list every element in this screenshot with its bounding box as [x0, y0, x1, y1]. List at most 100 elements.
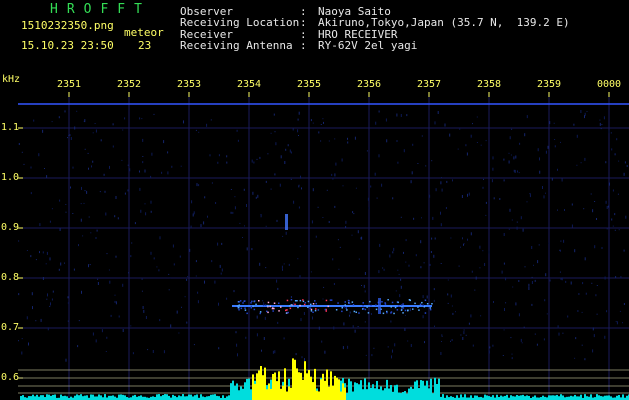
noise-pixel: [518, 313, 520, 317]
power-bar: [514, 396, 516, 400]
power-bar: [100, 395, 102, 400]
noise-pixel: [614, 153, 616, 156]
power-bar: [62, 396, 64, 400]
noise-pixel: [565, 280, 567, 283]
noise-pixel: [186, 321, 188, 324]
noise-pixel: [65, 358, 67, 362]
echo-pixel: [422, 304, 424, 307]
noise-pixel: [467, 238, 468, 241]
noise-pixel: [281, 265, 283, 269]
noise-pixel: [502, 355, 504, 356]
noise-pixel: [18, 340, 19, 342]
noise-pixel: [49, 257, 51, 261]
power-bar: [554, 395, 556, 400]
noise-pixel: [520, 338, 522, 342]
noise-pixel: [42, 277, 44, 280]
noise-pixel: [606, 310, 608, 313]
noise-pixel: [130, 325, 132, 327]
noise-pixel: [417, 163, 419, 164]
noise-pixel: [187, 276, 189, 278]
power-bar: [586, 396, 588, 400]
noise-pixel: [18, 143, 20, 145]
noise-pixel: [38, 153, 40, 157]
noise-pixel: [378, 154, 380, 158]
noise-pixel: [277, 321, 279, 324]
echo-pixel: [391, 301, 394, 304]
power-bar: [60, 394, 62, 400]
power-bar: [82, 396, 84, 400]
noise-pixel: [150, 175, 152, 178]
power-peak-bar: [276, 381, 278, 400]
power-bar: [456, 395, 458, 400]
noise-pixel: [297, 258, 299, 260]
noise-pixel: [244, 225, 245, 227]
noise-pixel: [59, 199, 61, 202]
power-bar: [350, 381, 352, 400]
noise-pixel: [618, 229, 620, 231]
noise-pixel: [128, 272, 129, 274]
noise-pixel: [468, 192, 470, 196]
noise-pixel: [171, 165, 173, 168]
noise-pixel: [583, 208, 585, 210]
power-bar: [596, 394, 598, 400]
power-bar: [358, 384, 360, 400]
noise-pixel: [522, 228, 524, 232]
noise-pixel: [596, 313, 598, 315]
noise-pixel: [604, 335, 606, 339]
noise-pixel: [230, 211, 232, 214]
noise-pixel: [536, 343, 538, 346]
noise-pixel: [599, 122, 601, 126]
noise-pixel: [451, 339, 453, 341]
noise-pixel: [366, 150, 368, 152]
noise-pixel: [480, 144, 482, 146]
noise-pixel: [70, 137, 72, 140]
noise-pixel: [304, 358, 305, 362]
noise-pixel: [283, 263, 285, 265]
noise-pixel: [407, 340, 409, 342]
echo-pixel: [262, 304, 265, 307]
power-bar: [208, 396, 210, 400]
power-bar: [572, 396, 574, 400]
noise-pixel: [488, 250, 490, 254]
power-bar: [398, 392, 400, 400]
noise-pixel: [559, 249, 561, 251]
noise-pixel: [245, 336, 247, 339]
noise-pixel: [524, 266, 526, 268]
power-bar: [200, 394, 202, 400]
noise-pixel: [58, 268, 60, 271]
power-peak-bar: [288, 386, 290, 400]
noise-pixel: [460, 334, 462, 336]
noise-pixel: [67, 302, 69, 304]
noise-pixel: [267, 153, 269, 155]
power-bar: [402, 392, 404, 400]
noise-pixel: [444, 123, 446, 127]
noise-pixel: [364, 272, 366, 275]
noise-pixel: [378, 270, 380, 274]
echo-pixel: [310, 303, 312, 306]
noise-pixel: [471, 270, 473, 273]
noise-pixel: [290, 178, 292, 180]
noise-pixel: [28, 342, 29, 346]
noise-pixel: [476, 142, 478, 143]
noise-pixel: [397, 161, 399, 164]
echo-pixel: [397, 301, 399, 304]
noise-pixel: [623, 303, 625, 305]
noise-pixel: [118, 315, 120, 318]
power-bar: [460, 394, 462, 400]
power-bar: [120, 394, 122, 400]
power-bar: [618, 395, 620, 400]
noise-pixel: [424, 341, 425, 344]
noise-pixel: [441, 334, 443, 336]
noise-pixel: [361, 236, 363, 240]
noise-pixel: [151, 152, 153, 156]
noise-pixel: [584, 358, 586, 361]
noise-pixel: [352, 211, 354, 214]
noise-pixel: [39, 251, 40, 254]
noise-pixel: [35, 320, 37, 322]
noise-pixel: [574, 357, 576, 359]
power-bar: [96, 396, 98, 400]
noise-pixel: [460, 246, 461, 248]
noise-pixel: [410, 344, 412, 347]
noise-pixel: [18, 240, 20, 242]
noise-pixel: [355, 187, 357, 189]
